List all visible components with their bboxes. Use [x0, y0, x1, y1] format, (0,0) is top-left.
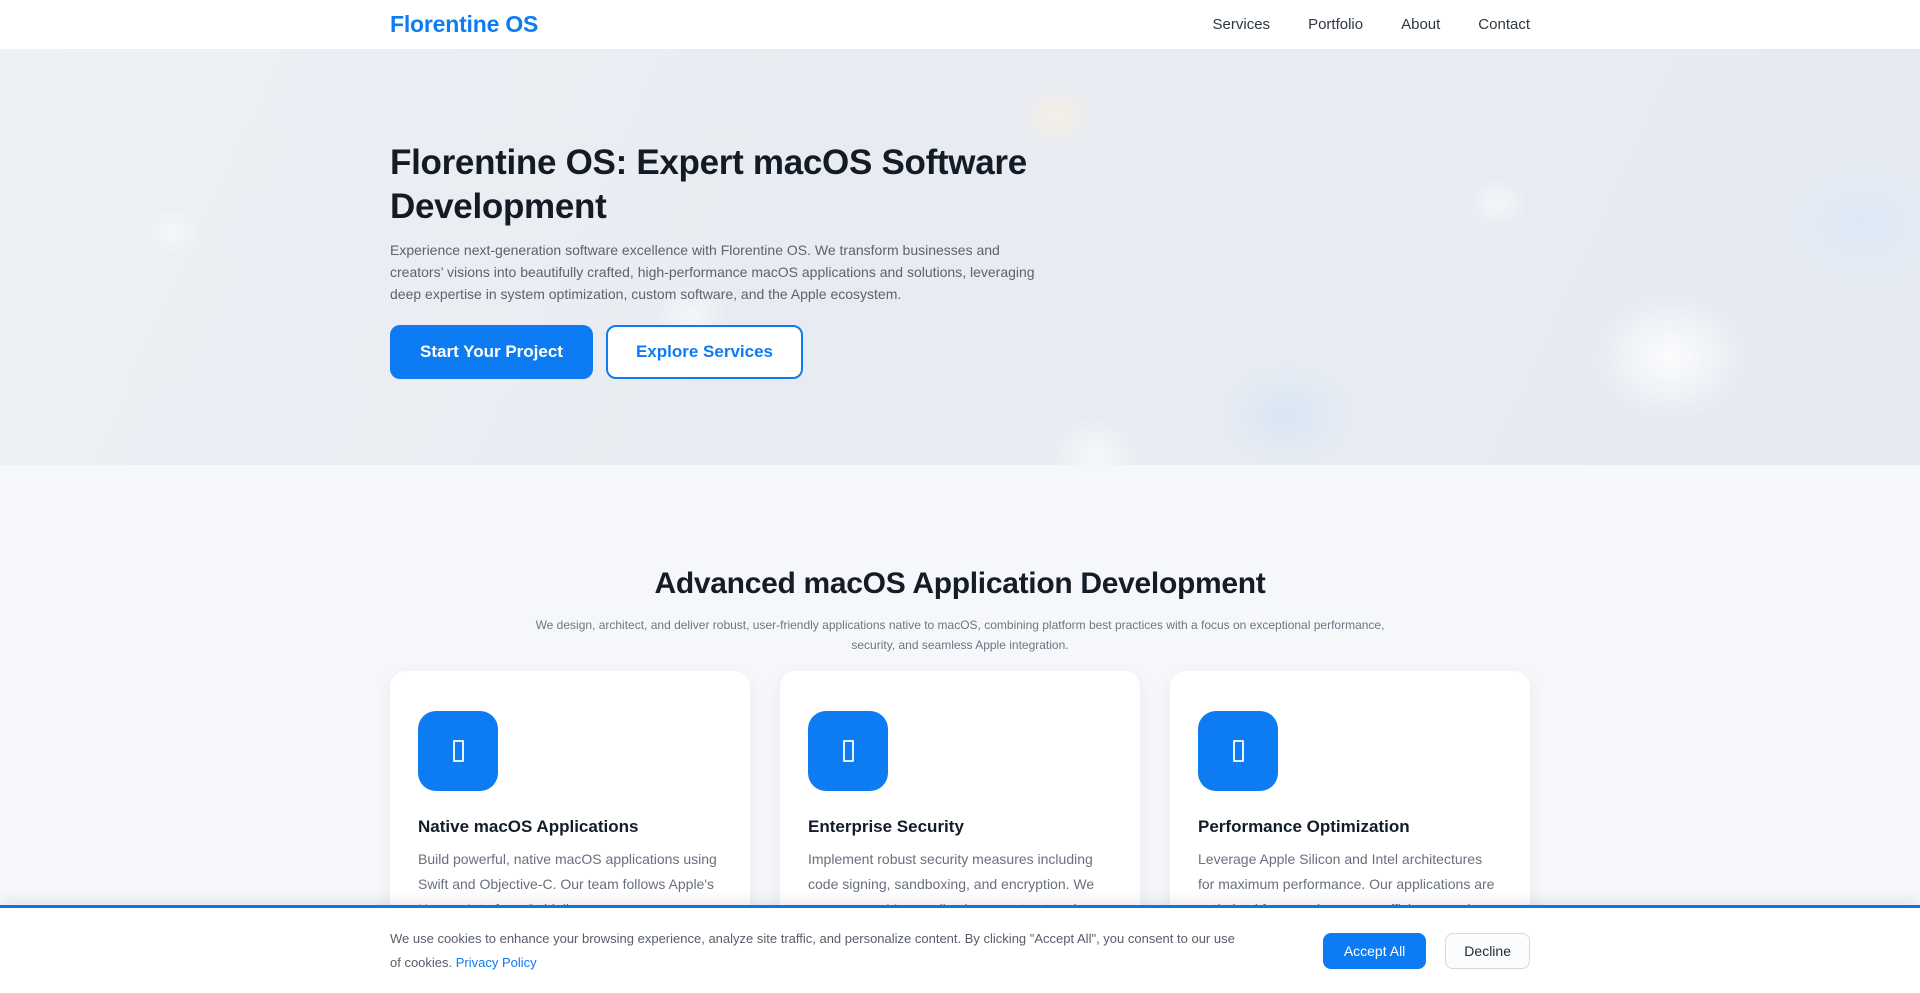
hero-description: Experience next-generation software exce…: [390, 239, 1530, 305]
missing-glyph-icon: [453, 740, 464, 762]
hero-title-line-2: Development: [390, 185, 1530, 229]
hero-description-line-1: Experience next-generation software exce…: [390, 239, 1530, 261]
missing-glyph-icon: [843, 740, 854, 762]
card-title: Enterprise Security: [808, 817, 1112, 837]
nav-item-about[interactable]: About: [1401, 16, 1440, 33]
services-subheading-line-1: We design, architect, and deliver robust…: [390, 615, 1530, 635]
app-header: Florentine OS Services Portfolio About C…: [0, 0, 1920, 49]
hero-description-line-3: deep expertise in system optimization, c…: [390, 283, 1530, 305]
missing-glyph-icon: [1233, 740, 1244, 762]
cookie-message-line-2: of cookies. Privacy Policy: [390, 951, 1235, 975]
cookie-message-line-1: We use cookies to enhance your browsing …: [390, 927, 1235, 951]
cookie-message: We use cookies to enhance your browsing …: [390, 927, 1235, 975]
cookie-actions: Accept All Decline: [1323, 933, 1530, 969]
decline-button[interactable]: Decline: [1445, 933, 1530, 969]
nav-item-contact[interactable]: Contact: [1478, 16, 1530, 33]
accept-all-button[interactable]: Accept All: [1323, 933, 1426, 969]
hero-description-line-2: creators’ visions into beautifully craft…: [390, 261, 1530, 283]
card-title: Performance Optimization: [1198, 817, 1502, 837]
nav-item-portfolio[interactable]: Portfolio: [1308, 16, 1363, 33]
start-project-button[interactable]: Start Your Project: [390, 325, 593, 379]
brand-logo[interactable]: Florentine OS: [390, 11, 538, 38]
services-heading: Advanced macOS Application Development: [390, 565, 1530, 603]
card-icon-tile: [808, 711, 888, 791]
hero-title: Florentine OS: Expert macOS Software Dev…: [390, 141, 1530, 229]
main-nav: Services Portfolio About Contact: [1213, 16, 1530, 33]
services-subheading: We design, architect, and deliver robust…: [390, 615, 1530, 655]
privacy-policy-link[interactable]: Privacy Policy: [456, 955, 537, 970]
hero-title-line-1: Florentine OS: Expert macOS Software: [390, 141, 1530, 185]
services-subheading-line-2: security, and seamless Apple integration…: [390, 635, 1530, 655]
card-title: Native macOS Applications: [418, 817, 722, 837]
hero-cta-group: Start Your Project Explore Services: [390, 325, 1530, 379]
explore-services-button[interactable]: Explore Services: [606, 325, 803, 379]
nav-item-services[interactable]: Services: [1213, 16, 1271, 33]
cookie-banner: We use cookies to enhance your browsing …: [0, 905, 1920, 993]
card-icon-tile: [1198, 711, 1278, 791]
hero-section: Florentine OS: Expert macOS Software Dev…: [0, 49, 1920, 465]
card-icon-tile: [418, 711, 498, 791]
